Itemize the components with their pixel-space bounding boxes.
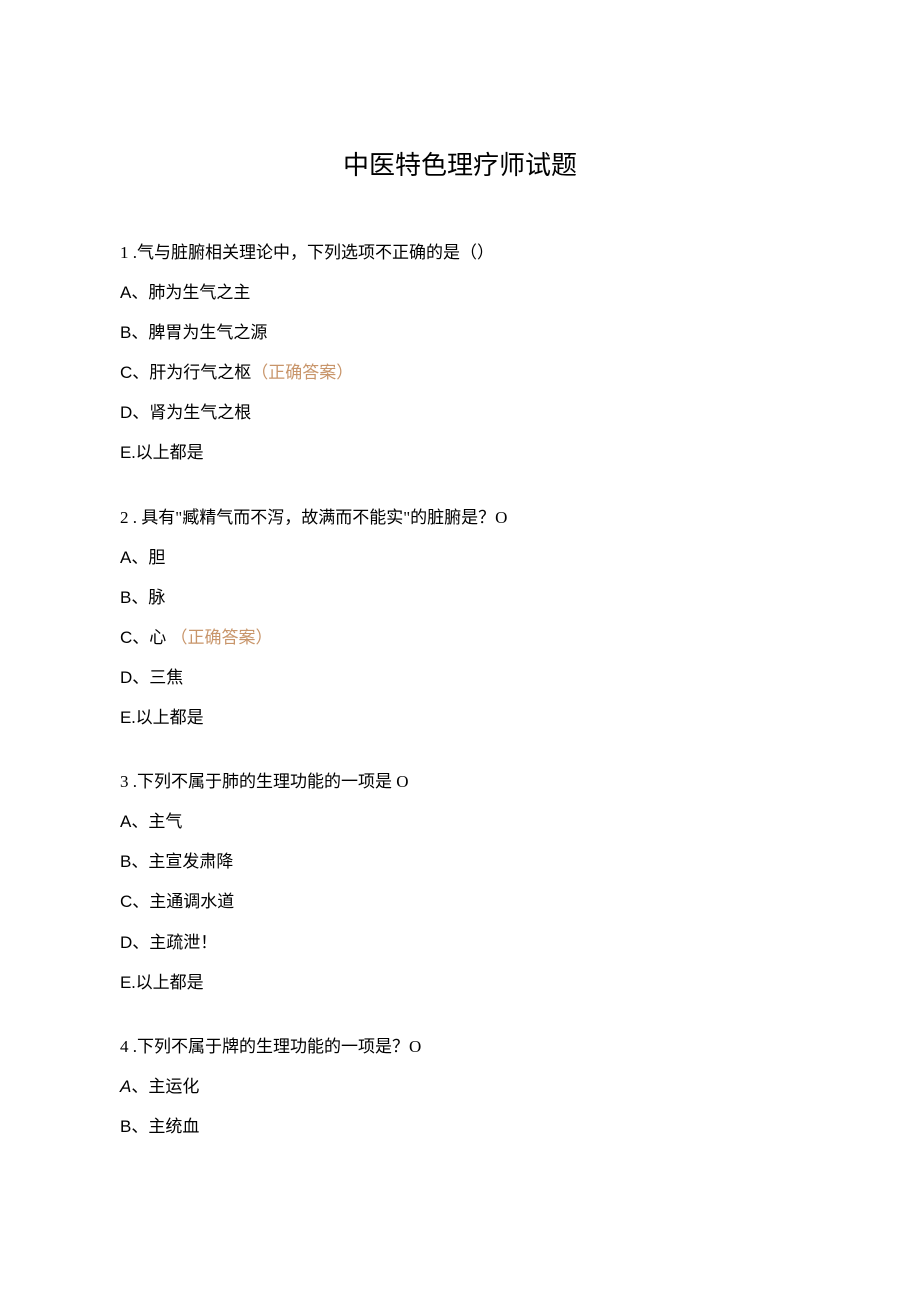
questions-container: 1 .气与脏腑相关理论中，下列选项不正确的是（）A、肺为生气之主B、脾胃为生气之…: [120, 242, 800, 1138]
option-text: 、肝为行气之枢: [132, 363, 251, 382]
option-line: B、主统血: [120, 1116, 800, 1138]
option-line: D、主疏泄！: [120, 932, 800, 954]
option-line: A、肺为生气之主: [120, 282, 800, 304]
option-text: 、主宣发肃降: [131, 852, 233, 871]
option-line: D、三焦: [120, 667, 800, 689]
option-label: D: [120, 403, 132, 422]
option-label: E: [120, 973, 131, 992]
option-label: C: [120, 628, 132, 647]
option-line: C、主通调水道: [120, 891, 800, 913]
page-title: 中医特色理疗师试题: [120, 145, 800, 182]
option-text: .以上都是: [131, 443, 203, 462]
question-block: 3 .下列不属于肺的生理功能的一项是 OA、主气B、主宣发肃降C、主通调水道D、…: [120, 771, 800, 994]
option-line: E.以上都是: [120, 707, 800, 729]
option-line: C、肝为行气之枢（正确答案）: [120, 362, 800, 384]
question-text: 2 . 具有"臧精气而不泻，故满而不能实"的脏腑是？O: [120, 507, 800, 529]
option-label: B: [120, 1117, 131, 1136]
option-label: B: [120, 588, 131, 607]
option-line: E.以上都是: [120, 972, 800, 994]
question-block: 2 . 具有"臧精气而不泻，故满而不能实"的脏腑是？O A、胆 B、脉 C、心 （正确…: [120, 507, 800, 730]
option-text: 、主运化: [131, 1077, 199, 1096]
option-label: D: [120, 668, 132, 687]
option-text: 、心: [132, 628, 170, 647]
question-text: 1 .气与脏腑相关理论中，下列选项不正确的是（）: [120, 242, 800, 264]
question-text: 3 .下列不属于肺的生理功能的一项是 O: [120, 771, 800, 793]
option-label: A: [120, 812, 131, 831]
option-line: A、主运化: [120, 1076, 800, 1098]
option-text: 、胆: [131, 548, 165, 567]
question-block: 1 .气与脏腑相关理论中，下列选项不正确的是（） A、肺为生气之主 B、脾胃为生气之…: [120, 242, 800, 465]
correct-answer-marker: （正确答案）: [251, 363, 353, 382]
option-text: 、脾胃为生气之源: [131, 323, 267, 342]
option-label: A: [120, 548, 131, 567]
option-line: E.以上都是: [120, 442, 800, 464]
option-text: 、主统血: [131, 1117, 199, 1136]
option-line: A、胆: [120, 547, 800, 569]
option-label: E: [120, 708, 131, 727]
question-text: 4 .下列不属于牌的生理功能的一项是？O: [120, 1036, 800, 1058]
option-text: .以上都是: [131, 973, 203, 992]
option-text: 、肾为生气之根: [132, 403, 251, 422]
option-line: B、脾胃为生气之源: [120, 322, 800, 344]
option-label: A: [120, 283, 131, 302]
option-line: B、脉: [120, 587, 800, 609]
option-label: A: [120, 1077, 131, 1096]
option-text: 、主气: [131, 812, 182, 831]
option-label: E: [120, 443, 131, 462]
option-label: C: [120, 363, 132, 382]
option-label: C: [120, 892, 132, 911]
option-text: 、脉: [131, 588, 165, 607]
option-label: B: [120, 852, 131, 871]
option-line: D、肾为生气之根: [120, 402, 800, 424]
option-text: 、三焦: [132, 668, 183, 687]
option-line: A、主气: [120, 811, 800, 833]
correct-answer-marker: （正确答案）: [171, 628, 273, 647]
question-block: 4 .下列不属于牌的生理功能的一项是？O A、主运化 B、主统血: [120, 1036, 800, 1138]
option-label: D: [120, 933, 132, 952]
option-line: B、主宣发肃降: [120, 851, 800, 873]
option-line: C、心 （正确答案）: [120, 627, 800, 649]
option-text: 、主通调水道: [132, 892, 234, 911]
option-text: 、主疏泄！: [132, 933, 217, 952]
option-label: B: [120, 323, 131, 342]
option-text: 、肺为生气之主: [131, 283, 250, 302]
option-text: .以上都是: [131, 708, 203, 727]
